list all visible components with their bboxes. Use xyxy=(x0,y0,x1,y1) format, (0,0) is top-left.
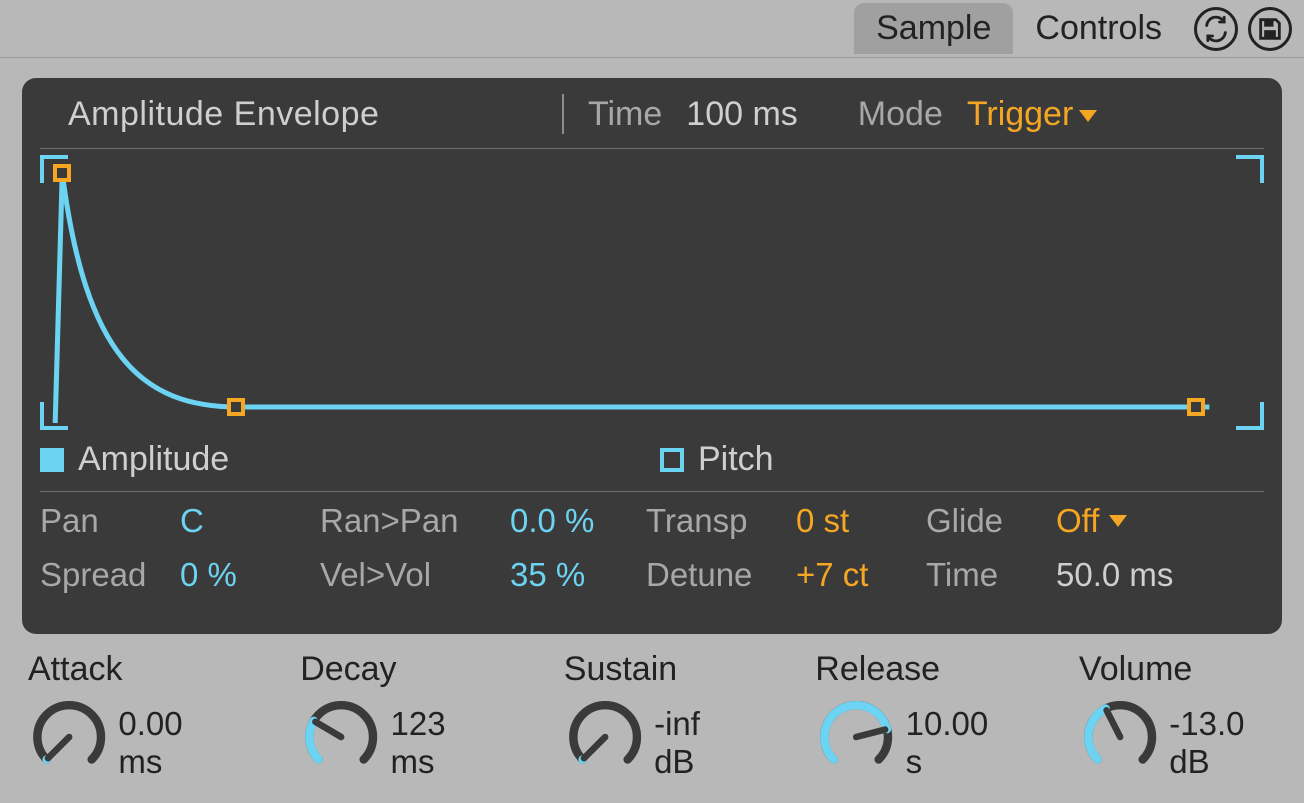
tab-group: Sample Controls xyxy=(854,3,1184,54)
decay-knob[interactable] xyxy=(300,693,382,781)
pitch-section-label: Pitch xyxy=(698,440,774,479)
attack-label: Attack xyxy=(28,650,122,689)
amp-params: Pan C Ran>Pan 0.0 % Spread 0 % Vel>Vol 3… xyxy=(40,502,630,594)
amplitude-section-label: Amplitude xyxy=(78,440,229,479)
section-tabs: Amplitude Pitch xyxy=(40,436,1264,492)
parameters-row: Pan C Ran>Pan 0.0 % Spread 0 % Vel>Vol 3… xyxy=(40,492,1264,594)
envelope-handle[interactable] xyxy=(53,164,71,182)
section-pitch[interactable]: Pitch xyxy=(644,440,1264,479)
pan-value[interactable]: C xyxy=(180,502,300,540)
mode-label: Mode xyxy=(858,95,943,134)
sustain-block: Sustain -inf dB xyxy=(564,650,744,781)
glide-dropdown[interactable]: Off xyxy=(1056,502,1176,540)
glide-label: Glide xyxy=(926,502,1036,540)
chevron-down-icon xyxy=(1079,110,1097,122)
time-value[interactable]: 100 ms xyxy=(686,95,798,134)
mode-dropdown[interactable]: Trigger xyxy=(967,95,1097,134)
save-icon[interactable] xyxy=(1248,7,1292,51)
panel-title: Amplitude Envelope xyxy=(68,95,538,134)
volume-value[interactable]: -13.0 dB xyxy=(1169,705,1286,781)
transp-label: Transp xyxy=(646,502,776,540)
tab-sample[interactable]: Sample xyxy=(854,3,1013,54)
volume-knob[interactable] xyxy=(1079,693,1161,781)
top-bar: Sample Controls xyxy=(0,0,1304,58)
decay-block: Decay 123 ms xyxy=(300,650,492,781)
sustain-value[interactable]: -inf dB xyxy=(654,705,743,781)
sustain-label: Sustain xyxy=(564,650,677,689)
spread-value[interactable]: 0 % xyxy=(180,556,300,594)
mode-value: Trigger xyxy=(967,95,1073,134)
spread-label: Spread xyxy=(40,556,160,594)
pan-label: Pan xyxy=(40,502,160,540)
pitch-indicator-icon xyxy=(660,448,684,472)
sustain-knob[interactable] xyxy=(564,693,646,781)
envelope-display[interactable] xyxy=(40,155,1264,430)
ranpan-label: Ran>Pan xyxy=(320,502,490,540)
glide-value: Off xyxy=(1056,502,1099,540)
envelope-handle[interactable] xyxy=(1187,398,1205,416)
volume-label: Volume xyxy=(1079,650,1192,689)
glide-time-value[interactable]: 50.0 ms xyxy=(1056,556,1176,594)
detune-label: Detune xyxy=(646,556,776,594)
pitch-params: Transp 0 st Glide Off Detune +7 ct Time … xyxy=(630,502,1264,594)
panel-header: Amplitude Envelope Time 100 ms Mode Trig… xyxy=(40,88,1264,149)
time-label: Time xyxy=(588,95,662,134)
glide-time-label: Time xyxy=(926,556,1036,594)
amplitude-indicator-icon xyxy=(40,448,64,472)
decay-value[interactable]: 123 ms xyxy=(391,705,492,781)
tab-controls[interactable]: Controls xyxy=(1013,3,1184,54)
attack-value[interactable]: 0.00 ms xyxy=(118,705,228,781)
envelope-panel: Amplitude Envelope Time 100 ms Mode Trig… xyxy=(22,78,1282,634)
velvol-label: Vel>Vol xyxy=(320,556,490,594)
separator xyxy=(562,94,564,134)
transp-value[interactable]: 0 st xyxy=(796,502,906,540)
ranpan-value[interactable]: 0.0 % xyxy=(510,502,630,540)
envelope-handle[interactable] xyxy=(227,398,245,416)
release-label: Release xyxy=(815,650,940,689)
decay-label: Decay xyxy=(300,650,396,689)
volume-block: Volume -13.0 dB xyxy=(1079,650,1286,781)
velvol-value[interactable]: 35 % xyxy=(510,556,630,594)
detune-value[interactable]: +7 ct xyxy=(796,556,906,594)
envelope-curve xyxy=(40,155,1264,430)
release-block: Release 10.00 s xyxy=(815,650,1007,781)
swap-icon[interactable] xyxy=(1194,7,1238,51)
adsr-knobs-row: Attack 0.00 ms Decay 123 ms Sustain -inf… xyxy=(0,642,1304,781)
attack-knob[interactable] xyxy=(28,693,110,781)
chevron-down-icon xyxy=(1109,515,1127,527)
release-knob[interactable] xyxy=(815,693,897,781)
section-amplitude[interactable]: Amplitude xyxy=(40,440,644,479)
release-value[interactable]: 10.00 s xyxy=(906,705,1007,781)
attack-block: Attack 0.00 ms xyxy=(28,650,228,781)
